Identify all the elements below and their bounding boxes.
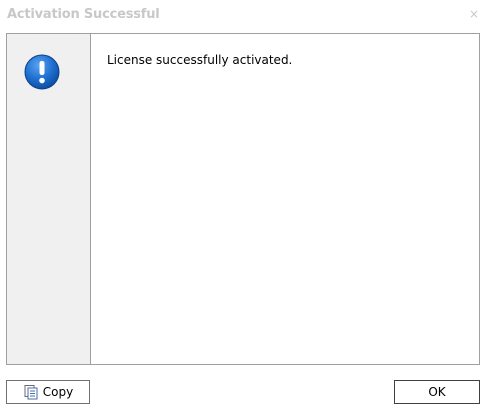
message-panel: License successfully activated. (6, 33, 480, 365)
title-bar: Activation Successful × (0, 0, 486, 33)
dialog-window: Activation Successful × License successf… (0, 0, 486, 406)
ok-button[interactable]: OK (394, 380, 480, 404)
dialog-title: Activation Successful (7, 7, 160, 22)
icon-strip (7, 34, 91, 364)
copy-button-label: Copy (42, 385, 74, 399)
copy-button[interactable]: Copy (6, 380, 90, 404)
close-icon[interactable]: × (468, 8, 480, 20)
copy-icon (24, 385, 38, 400)
ok-button-label: OK (428, 385, 446, 399)
exclamation-icon (24, 54, 60, 90)
message-text: License successfully activated. (107, 53, 293, 67)
